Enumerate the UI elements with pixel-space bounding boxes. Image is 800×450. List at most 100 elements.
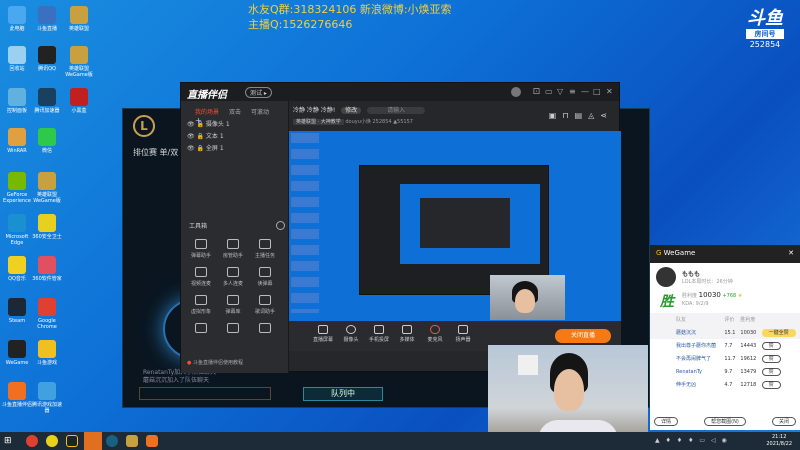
desktop-icon[interactable]: 此电脑 (2, 6, 32, 32)
media-button[interactable]: 多媒体 (393, 325, 421, 343)
taskbar-wegame-icon[interactable] (66, 435, 78, 447)
tab-scene-2[interactable]: 双击 (229, 109, 241, 116)
desktop-icon[interactable]: 腾讯QQ (32, 46, 62, 72)
taskbar-lol-icon[interactable] (106, 435, 118, 447)
menu-icon[interactable]: ≡ (569, 87, 576, 96)
like-button[interactable]: 一键全赞 (761, 329, 796, 337)
desktop-icon[interactable]: 斗鱼游戏 (32, 340, 62, 366)
lol-chat-input[interactable] (139, 387, 271, 400)
avatar[interactable] (511, 87, 521, 97)
desktop-icon[interactable]: 小黑盒 (64, 88, 94, 114)
tool-item[interactable]: 视频连麦 (185, 267, 217, 287)
tool-label: 房管助手 (222, 253, 243, 259)
clock[interactable]: 21:12 2021/8/22 (766, 434, 792, 448)
desktop-icon[interactable]: 控制面板 (2, 88, 32, 114)
gift-icon[interactable]: ▣ (549, 111, 563, 120)
microphone-button[interactable]: 麦克风 (421, 325, 449, 343)
message-icon[interactable]: ⚀ (533, 87, 540, 96)
like-button[interactable]: 赞 (761, 381, 781, 389)
like-button[interactable]: 赞 (761, 355, 781, 363)
app-icon (38, 6, 56, 24)
desktop-icon[interactable]: 腾讯游戏加速器 (32, 382, 62, 414)
tool-label: 主播任务 (254, 253, 275, 259)
app-icon (38, 214, 56, 232)
desktop-icon[interactable]: 英雄联盟WeGame版 (64, 46, 94, 78)
desktop-icon[interactable]: 英雄联盟 (64, 6, 94, 32)
desktop-icon[interactable]: GeForce Experience (2, 172, 32, 204)
wegame-result-panel: G WeGame ✕ ももも LOL本局时长：26分钟 胜 胜利度 10030 +… (650, 245, 800, 430)
tool-item[interactable]: 多人连麦 (217, 267, 249, 287)
category-badge[interactable]: 英雄联盟 · 大神教学 (293, 119, 344, 125)
edit-title-button[interactable]: 修改 (341, 107, 362, 114)
tool-item[interactable]: 主播任务 (249, 239, 281, 259)
desktop-icon[interactable]: 斗鱼直播 (32, 6, 62, 32)
record-icon[interactable]: ▭ (545, 87, 553, 96)
source-item[interactable]: 👁 🔒 文本 1 (181, 131, 288, 143)
teammate-name: RenatanTy (676, 368, 702, 375)
tool-item[interactable]: 读弹幕 (249, 267, 281, 287)
start-button[interactable]: ⊞ (4, 435, 16, 447)
desktop-icon[interactable]: 斗鱼直播伴侣 (2, 382, 32, 408)
desktop-icon[interactable]: WinRAR (2, 128, 32, 154)
tool-item[interactable]: 歌词助手 (249, 295, 281, 315)
stop-live-button[interactable]: 关闭直播 (555, 329, 611, 343)
speaker-button[interactable]: 扬声器 (449, 325, 477, 343)
unlock-icon[interactable]: ⊓ (562, 111, 574, 120)
source-label: 文本 1 (205, 133, 224, 140)
room-tag: 房间号 (746, 29, 784, 39)
desktop-icon[interactable]: 英雄联盟WeGame版 (32, 172, 62, 204)
tool-item[interactable]: 弹幕助手 (185, 239, 217, 259)
tool-item[interactable]: 房管助手 (217, 239, 249, 259)
app-icon (8, 46, 26, 64)
taskbar-douyu-icon[interactable] (84, 432, 102, 450)
close-button[interactable]: ✕ (606, 87, 613, 96)
tab-scene-1[interactable]: 我的场景 (195, 109, 219, 116)
close-icon[interactable]: ✕ (788, 249, 794, 257)
tool-item[interactable]: 弹幕库 (217, 295, 249, 315)
score-delta: +768 (722, 293, 737, 299)
desktop-icon[interactable]: QQ音乐 (2, 256, 32, 282)
desktop-icon[interactable]: Microsoft Edge (2, 214, 32, 246)
camera-button[interactable]: 摄像头 (337, 325, 365, 343)
minimize-button[interactable]: — (581, 87, 589, 96)
desktop-icon[interactable]: Steam (2, 298, 32, 324)
screen-capture-button[interactable]: 直播屏幕 (309, 325, 337, 343)
desktop-icon-label: Microsoft Edge (5, 234, 29, 246)
taskbar-league-icon[interactable] (126, 435, 138, 447)
like-button[interactable]: 赞 (761, 342, 781, 350)
taskbar-360-icon[interactable] (46, 435, 58, 447)
desktop-icon[interactable]: Google Chrome (32, 298, 62, 330)
maximize-button[interactable]: □ (593, 87, 601, 96)
source-item[interactable]: 👁 🔒 全屏 1 (181, 143, 288, 155)
like-button[interactable]: 赞 (761, 368, 781, 376)
desktop-icon[interactable]: 回收站 (2, 46, 32, 72)
desktop-icon[interactable]: 腾讯加速器 (32, 88, 62, 114)
desktop-icon[interactable]: WeGame (2, 340, 32, 366)
share-icon[interactable]: ⋖ (600, 111, 613, 120)
taskbar-app-icon[interactable] (146, 435, 158, 447)
bell-icon[interactable]: ◬ (588, 111, 600, 120)
taskbar-chrome-icon[interactable] (26, 435, 38, 447)
desktop-icon[interactable]: 360软件管家 (32, 256, 62, 282)
tutorial-label: 斗鱼直播伴侣使用教程 (192, 360, 243, 366)
close-button[interactable]: 关闭 (771, 417, 796, 426)
details-button[interactable]: 详情 (654, 417, 679, 426)
skin-icon[interactable]: ▽ (557, 87, 563, 96)
box-icon[interactable]: ▤ (575, 111, 589, 120)
system-tray[interactable]: ▲ ♦ ♦ ♦ ▭ ◁ ◉ (655, 437, 729, 444)
tool-item[interactable]: 虚拟形象 (185, 295, 217, 315)
more-icon[interactable] (276, 221, 285, 230)
source-item[interactable]: 👁 🔒 摄像头 1 (181, 119, 288, 131)
notice-input[interactable]: 请输入 (367, 107, 426, 114)
phone-cast-button[interactable]: 手机投屏 (365, 325, 393, 343)
tutorial-link[interactable]: ● 斗鱼直播伴侣使用教程 (187, 359, 243, 366)
screenshot-button[interactable]: 帮您截图(N) (704, 417, 746, 426)
tab-scene-3[interactable]: 可滚动 (251, 109, 269, 116)
queue-status-button[interactable]: 队列中 (303, 387, 383, 401)
tool-item[interactable] (185, 323, 217, 336)
mode-badge[interactable]: 测试 ▸ (245, 87, 272, 98)
desktop-icon[interactable]: 微信 (32, 128, 62, 154)
tool-item[interactable] (249, 323, 281, 336)
desktop-icon[interactable]: 360安全卫士 (32, 214, 62, 240)
tool-item[interactable] (217, 323, 249, 336)
